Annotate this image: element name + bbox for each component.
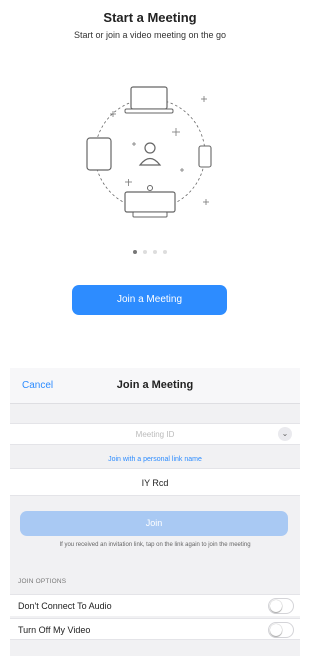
name-field[interactable]: IY Rcd bbox=[10, 468, 300, 496]
join-meeting-sheet: Cancel Join a Meeting Meeting ID ⌄ Join … bbox=[10, 368, 300, 656]
option-turn-off-video: Turn Off My Video bbox=[10, 618, 300, 640]
join-options-header: JOIN OPTIONS bbox=[18, 578, 67, 585]
option-label: Don't Connect To Audio bbox=[18, 601, 112, 611]
page-dot bbox=[163, 250, 167, 254]
join-button-label: Join bbox=[145, 518, 163, 528]
page-dot bbox=[143, 250, 147, 254]
invitation-hint: If you received an invitation link, tap … bbox=[59, 542, 251, 548]
meeting-id-placeholder: Meeting ID bbox=[135, 430, 175, 439]
nav-bar: Cancel Join a Meeting bbox=[10, 368, 300, 404]
option-dont-connect-audio: Don't Connect To Audio bbox=[10, 594, 300, 616]
toggle-knob bbox=[270, 600, 282, 612]
page-indicator bbox=[0, 250, 300, 254]
name-value: IY Rcd bbox=[141, 478, 169, 488]
chevron-down-icon[interactable]: ⌄ bbox=[278, 427, 292, 441]
join-meeting-button[interactable]: Join a Meeting bbox=[72, 285, 227, 315]
join-button[interactable]: Join bbox=[20, 511, 288, 536]
personal-link-button[interactable]: Join with a personal link name bbox=[10, 456, 300, 463]
audio-toggle[interactable] bbox=[268, 598, 294, 614]
page-title: Start a Meeting bbox=[103, 10, 197, 25]
join-meeting-button-label: Join a Meeting bbox=[116, 294, 183, 305]
meeting-devices-illustration-icon bbox=[86, 86, 212, 218]
page-dot-active bbox=[133, 250, 137, 254]
page-dot bbox=[153, 250, 157, 254]
page-subtitle: Start or join a video meeting on the go bbox=[73, 30, 227, 40]
toggle-knob bbox=[270, 624, 282, 636]
video-toggle[interactable] bbox=[268, 622, 294, 638]
option-label: Turn Off My Video bbox=[18, 625, 91, 635]
meeting-id-field[interactable]: Meeting ID ⌄ bbox=[10, 423, 300, 445]
sheet-title: Join a Meeting bbox=[116, 379, 194, 391]
onboarding-screen: Start a Meeting Start or join a video me… bbox=[0, 0, 300, 330]
